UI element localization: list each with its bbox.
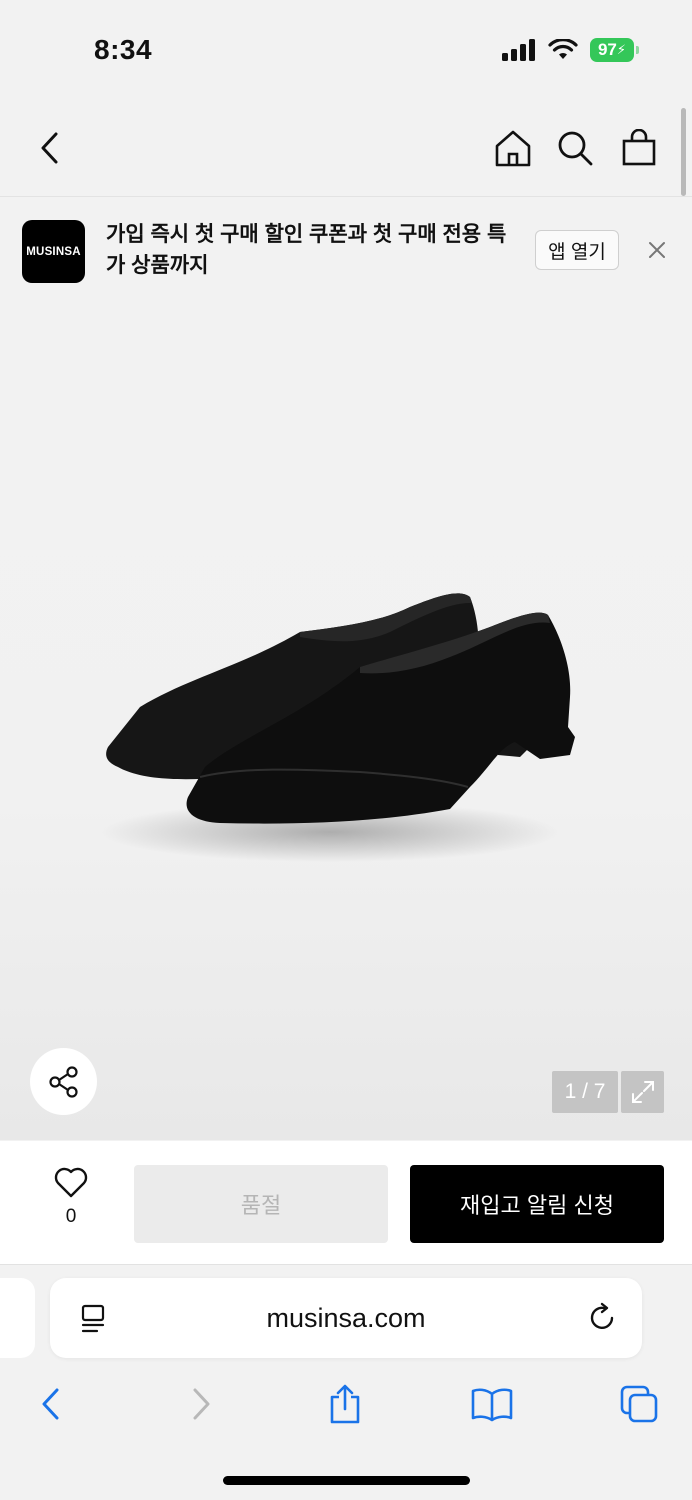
like-count: 0 — [65, 1206, 77, 1227]
open-app-button[interactable]: 앱 열기 — [535, 230, 619, 270]
address-bar[interactable]: musinsa.com — [50, 1278, 642, 1358]
home-icon — [495, 130, 531, 167]
share-up-icon — [330, 1384, 360, 1424]
back-button[interactable] — [26, 124, 74, 172]
cart-button[interactable] — [615, 124, 663, 172]
previous-tab-preview[interactable] — [0, 1278, 35, 1358]
chevron-left-icon — [42, 1388, 59, 1420]
home-indicator — [223, 1476, 470, 1485]
status-icons: 97 ⚡ — [502, 38, 639, 62]
home-button[interactable] — [489, 124, 537, 172]
tabs-button[interactable] — [615, 1380, 663, 1428]
chevron-left-icon — [41, 132, 58, 164]
banner-close-button[interactable] — [644, 237, 670, 263]
signal-icon — [502, 39, 535, 61]
restock-alert-button[interactable]: 재입고 알림 신청 — [410, 1165, 664, 1243]
reload-icon — [590, 1302, 614, 1329]
like-button[interactable]: 0 — [44, 1167, 98, 1228]
browser-forward-button[interactable] — [177, 1380, 225, 1428]
chevron-right-icon — [193, 1388, 210, 1420]
book-icon — [471, 1388, 513, 1422]
search-icon — [558, 131, 593, 166]
browser-share-button[interactable] — [321, 1380, 369, 1428]
product-image-gallery[interactable]: 1 / 7 — [0, 297, 692, 1140]
browser-back-button[interactable] — [27, 1380, 75, 1428]
top-nav — [0, 100, 692, 197]
battery-level: 97 — [597, 40, 617, 59]
app-install-banner: MUSINSA 가입 즉시 첫 구매 할인 쿠폰과 첫 구매 전용 특 가 상품… — [0, 197, 692, 297]
browser-toolbar: musinsa.com — [0, 1265, 692, 1500]
bookmarks-button[interactable] — [468, 1380, 516, 1428]
product-photo-loafers — [100, 593, 575, 862]
shopping-bag-icon — [622, 129, 656, 166]
tabs-icon — [620, 1385, 658, 1423]
banner-message-line2: 가 상품까지 — [106, 254, 209, 277]
soldout-button: 품절 — [134, 1165, 388, 1243]
share-button[interactable] — [30, 1048, 97, 1115]
status-time: 8:34 — [94, 34, 153, 65]
expand-icon — [631, 1081, 654, 1103]
heart-icon — [54, 1167, 88, 1198]
wifi-icon — [548, 39, 578, 59]
image-pager: 1 / 7 — [552, 1071, 618, 1113]
url-text: musinsa.com — [266, 1302, 426, 1333]
banner-message-line1: 가입 즉시 첫 구매 할인 쿠폰과 첫 구매 전용 특 — [106, 223, 507, 246]
page-scrollbar[interactable] — [681, 108, 686, 196]
share-icon — [48, 1065, 78, 1098]
expand-image-button[interactable] — [621, 1071, 664, 1113]
reload-button[interactable] — [588, 1302, 618, 1339]
search-button[interactable] — [551, 124, 599, 172]
battery-indicator: 97 ⚡ — [590, 38, 639, 62]
close-icon — [649, 242, 665, 258]
musinsa-logo: MUSINSA — [22, 220, 85, 283]
banner-message: 가입 즉시 첫 구매 할인 쿠폰과 첫 구매 전용 특 가 상품까지 — [106, 219, 526, 281]
purchase-bar: 0 품절 재입고 알림 신청 — [0, 1141, 692, 1265]
